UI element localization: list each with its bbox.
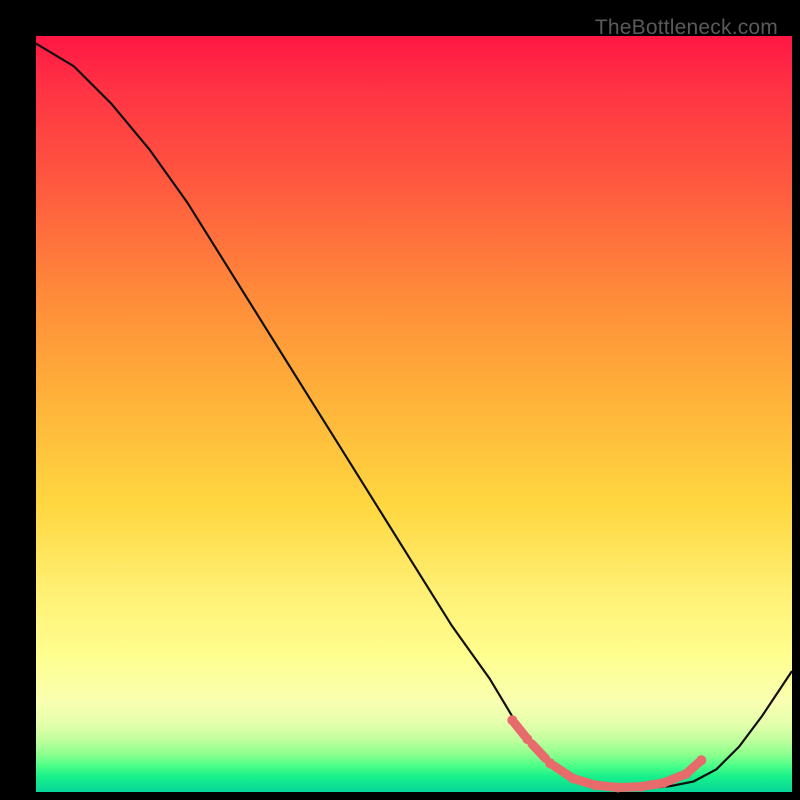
optimal-range-segment <box>515 723 526 736</box>
bottleneck-chart <box>36 36 792 792</box>
optimal-range-segment <box>599 786 615 788</box>
optimal-range-dot <box>696 755 706 765</box>
optimal-range-dot <box>659 778 669 788</box>
optimal-range-dot <box>636 782 646 792</box>
optimal-range-markers <box>507 715 706 792</box>
optimal-range-dot <box>590 780 600 790</box>
optimal-range-segment <box>622 787 638 788</box>
optimal-range-segment <box>644 784 660 787</box>
optimal-range-segment <box>576 779 592 784</box>
optimal-range-dot <box>681 769 691 779</box>
optimal-range-dot <box>507 715 517 725</box>
chart-frame: TheBottleneck.com <box>14 14 786 786</box>
optimal-range-dot <box>545 758 555 768</box>
optimal-range-segment <box>554 766 570 777</box>
optimal-range-segment <box>667 775 683 781</box>
optimal-range-segment <box>688 762 699 772</box>
optimal-range-dot <box>522 734 532 744</box>
optimal-range-dot <box>568 773 578 783</box>
optimal-range-segment <box>532 744 546 759</box>
bottleneck-curve-line <box>36 44 792 789</box>
optimal-range-dot <box>613 783 623 793</box>
